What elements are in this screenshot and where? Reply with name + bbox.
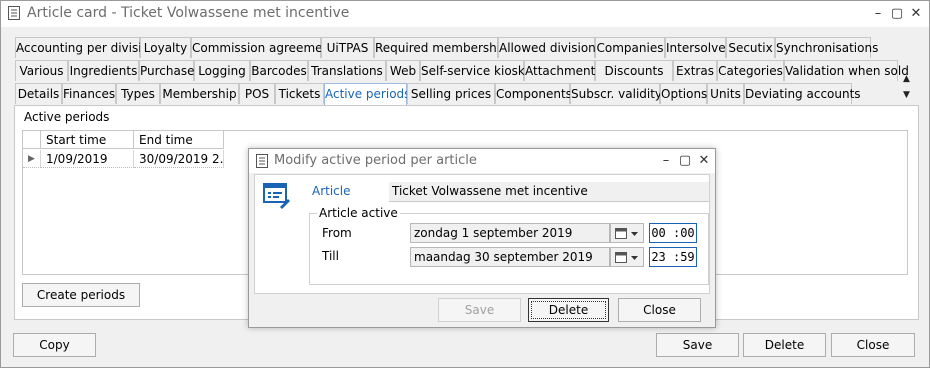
tab-allowed-divisions[interactable]: Allowed divisions: [498, 37, 602, 58]
tab-categories[interactable]: Categories: [717, 60, 784, 81]
table-cell-start-time[interactable]: 1/09/2019: [41, 150, 134, 168]
maximize-button[interactable]: ▢: [887, 4, 907, 24]
tab-types[interactable]: Types: [116, 83, 160, 104]
from-label: From: [322, 226, 352, 240]
active-periods-group-label: Active periods: [24, 110, 110, 124]
tab-active-periods[interactable]: Active periods: [324, 83, 410, 106]
dialog-body: Article Ticket Volwassene met incentive …: [254, 174, 710, 294]
tab-loyalty[interactable]: Loyalty: [140, 37, 191, 58]
tab-membership[interactable]: Membership: [160, 83, 239, 104]
dialog-title: Modify active period per article: [274, 153, 477, 168]
document-icon: [256, 154, 268, 168]
till-date-picker[interactable]: [610, 247, 644, 267]
tab-units[interactable]: Units: [707, 83, 744, 104]
tab-tickets[interactable]: Tickets: [275, 83, 324, 104]
tab-translations[interactable]: Translations: [308, 60, 386, 81]
tab-options[interactable]: Options: [660, 83, 707, 104]
article-active-group-label: Article active: [317, 206, 400, 220]
modify-active-period-dialog: Modify active period per article – ▢ ✕ A…: [248, 148, 716, 328]
dialog-maximize-button[interactable]: ▢: [675, 151, 695, 171]
tab-selling-prices[interactable]: Selling prices: [407, 83, 495, 104]
tab-discounts[interactable]: Discounts: [595, 60, 673, 81]
minimize-button[interactable]: –: [868, 4, 888, 24]
close-button[interactable]: Close: [831, 333, 915, 357]
tab-components[interactable]: Components: [495, 83, 572, 104]
tab-companies[interactable]: Companies: [595, 37, 665, 58]
table-cell-end-time[interactable]: 30/09/2019 2...: [134, 150, 224, 168]
column-header-end-time[interactable]: End time: [134, 131, 224, 149]
dialog-save-button[interactable]: Save: [438, 298, 521, 322]
copy-button[interactable]: Copy: [13, 333, 96, 357]
tab-various[interactable]: Various: [15, 60, 68, 81]
save-button[interactable]: Save: [656, 333, 739, 357]
dialog-title-bar: Modify active period per article – ▢ ✕: [249, 149, 715, 173]
article-label: Article: [312, 184, 351, 198]
tab-finances[interactable]: Finances: [62, 83, 116, 104]
tab-attachments[interactable]: Attachments: [524, 60, 602, 81]
tab-synchronisations[interactable]: Synchronisations: [775, 37, 878, 58]
tab-web[interactable]: Web: [386, 60, 420, 81]
calendar-dropdown-icon: [615, 228, 638, 239]
row-indicator-icon: ▶: [23, 150, 41, 168]
delete-button[interactable]: Delete: [743, 333, 826, 357]
scroll-down-icon[interactable]: ▼: [903, 90, 910, 100]
create-periods-button[interactable]: Create periods: [22, 283, 140, 307]
tab-uitpas[interactable]: UiTPAS: [321, 37, 374, 58]
tab-extras[interactable]: Extras: [673, 60, 717, 81]
article-field: Ticket Volwassene met incentive: [389, 182, 709, 202]
edit-form-icon: [263, 183, 290, 209]
dialog-close-icon[interactable]: ✕: [694, 151, 714, 171]
row-selector-header: [23, 131, 41, 149]
column-header-start-time[interactable]: Start time: [41, 131, 134, 149]
tab-ingredients[interactable]: Ingredients: [68, 60, 139, 81]
tab-barcodes[interactable]: Barcodes: [250, 60, 308, 81]
tab-commission-agreement[interactable]: Commission agreement: [191, 37, 335, 58]
dialog-minimize-button[interactable]: –: [656, 151, 676, 171]
tab-accounting-per-division[interactable]: Accounting per division: [15, 37, 157, 58]
tab-purchase[interactable]: Purchase: [139, 60, 195, 81]
tab-intersolve[interactable]: Intersolve: [665, 37, 726, 58]
scroll-up-icon[interactable]: ▲: [903, 74, 910, 84]
till-label: Till: [322, 249, 339, 263]
document-icon: [8, 6, 20, 20]
dialog-delete-button[interactable]: Delete: [528, 298, 609, 322]
tab-details[interactable]: Details: [15, 83, 62, 104]
tab-required-membership[interactable]: Required membership: [374, 37, 508, 58]
window-title: Article card - Ticket Volwassene met inc…: [27, 5, 350, 21]
close-window-button[interactable]: ✕: [906, 4, 926, 24]
calendar-dropdown-icon: [615, 252, 638, 263]
from-time-input[interactable]: 00 :00: [649, 223, 697, 243]
tab-deviating-accounts[interactable]: Deviating accounts: [744, 83, 861, 104]
tab-self-service-kiosk[interactable]: Self-service kiosk: [420, 60, 525, 81]
tab-logging[interactable]: Logging: [194, 60, 250, 81]
from-date-field[interactable]: zondag 1 september 2019: [410, 223, 610, 243]
till-date-field[interactable]: maandag 30 september 2019: [410, 247, 610, 267]
tab-subscr-validity[interactable]: Subscr. validity: [570, 83, 662, 104]
tab-secutix[interactable]: Secutix: [726, 37, 775, 58]
title-bar: Article card - Ticket Volwassene met inc…: [1, 1, 929, 27]
dialog-close-button[interactable]: Close: [618, 298, 701, 322]
from-date-picker[interactable]: [610, 223, 644, 243]
till-time-input[interactable]: 23 :59: [649, 247, 697, 267]
tab-pos[interactable]: POS: [239, 83, 275, 104]
tab-validation-when-sold[interactable]: Validation when sold: [784, 60, 909, 81]
